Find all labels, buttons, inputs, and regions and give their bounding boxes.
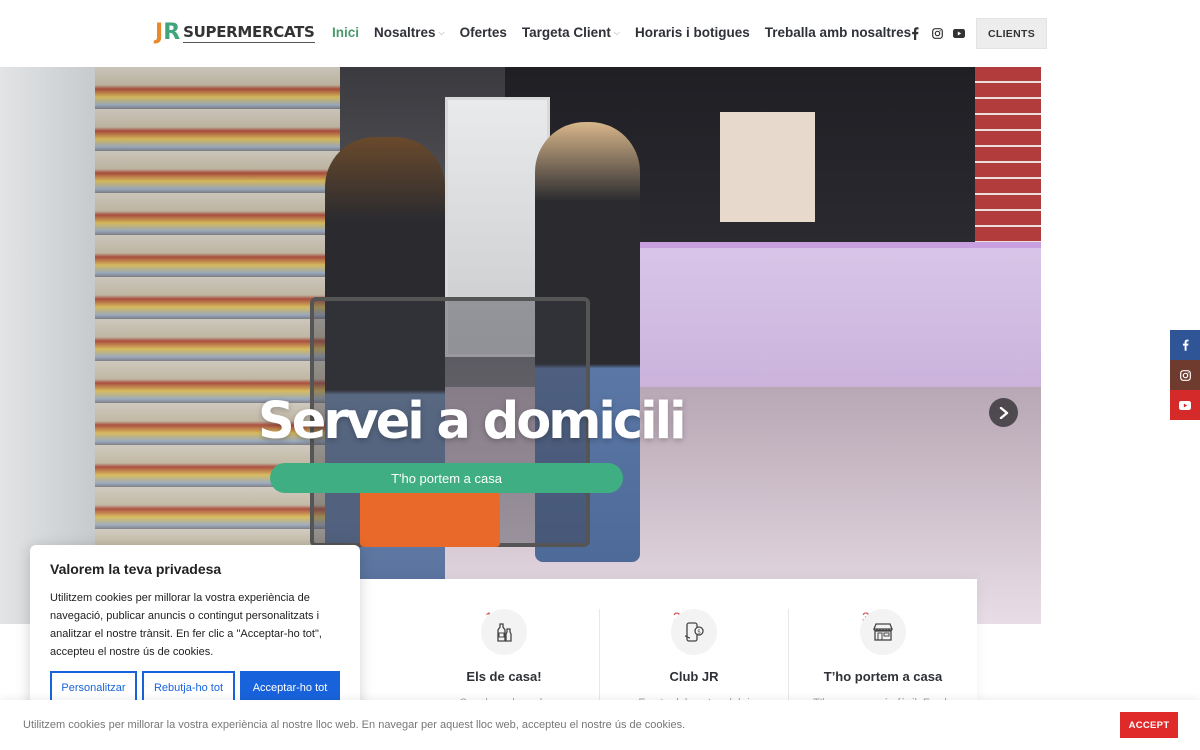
feature-title: T’ho portem a casa [823, 669, 943, 684]
nav-label: Nosaltres [374, 25, 436, 40]
instagram-icon[interactable] [1170, 360, 1200, 390]
slider-next-button[interactable] [989, 398, 1018, 427]
logo[interactable]: JR SUPERMERCATS [155, 22, 315, 44]
hero-counter-glass [640, 242, 1041, 248]
bottles-icon [481, 609, 527, 655]
hero-cart-base-image [360, 487, 500, 547]
chevron-right-icon [999, 406, 1008, 419]
feature-title: Club JR [669, 669, 719, 684]
youtube-icon[interactable] [952, 26, 966, 40]
clients-button[interactable]: CLIENTS [976, 18, 1047, 49]
header-social [908, 26, 966, 40]
cookie-notice-bar: Utilitzem cookies per millorar la vostra… [0, 700, 1200, 750]
facebook-icon[interactable] [1170, 330, 1200, 360]
facebook-icon[interactable] [908, 26, 922, 40]
nav-item-horaris-botigues[interactable]: Horaris i botigues [635, 25, 750, 40]
nav-label: Inici [332, 25, 360, 40]
main-nav: Inici Nosaltres ⌵ Ofertes Targeta Client ⌵… [332, 25, 911, 40]
nav-item-ofertes[interactable]: Ofertes [460, 25, 507, 40]
chevron-down-icon: ⌵ [613, 27, 620, 37]
hero-boxes-image [720, 112, 815, 222]
hero-cta-button[interactable]: T'ho portem a casa [270, 463, 623, 493]
chevron-down-icon: ⌵ [438, 27, 445, 37]
side-social-bar [1170, 330, 1200, 420]
nav-item-targeta-client[interactable]: Targeta Client ⌵ [522, 25, 620, 40]
nav-item-nosaltres[interactable]: Nosaltres ⌵ [374, 25, 445, 40]
nav-label: Horaris i botigues [635, 25, 750, 40]
svg-text:$: $ [697, 629, 701, 636]
cookie-modal-text: Utilitzem cookies per millorar la vostra… [50, 592, 322, 658]
cookie-bar-message: Utilitzem cookies per millorar la vostra… [23, 719, 686, 731]
logo-mark: JR [155, 22, 180, 44]
store-icon [860, 609, 906, 655]
nav-label: Targeta Client [521, 25, 611, 40]
nav-label: Ofertes [459, 25, 507, 40]
youtube-icon[interactable] [1170, 390, 1200, 420]
hero-slider [0, 67, 1041, 624]
hero-title: Servei a domicili [258, 392, 687, 451]
instagram-icon[interactable] [930, 26, 944, 40]
logo-mark-r: R [163, 20, 181, 45]
nav-label: Treballa amb nosaltres [764, 25, 912, 40]
feature-title: Els de casa! [466, 669, 542, 684]
cookie-accept-button[interactable]: ACCEPT [1120, 712, 1178, 738]
logo-mark-j: J [155, 20, 164, 45]
phone-coin-icon: $ [671, 609, 717, 655]
hero-counter-image [640, 247, 1041, 387]
nav-item-treballa[interactable]: Treballa amb nosaltres [765, 25, 911, 40]
cookie-modal-title: Valorem la teva privadesa [50, 561, 222, 577]
logo-text: SUPERMERCATS [183, 22, 315, 43]
site-header: JR SUPERMERCATS Inici Nosaltres ⌵ Ofertes… [0, 0, 1200, 67]
nav-item-inici[interactable]: Inici [332, 25, 359, 40]
hero-fridge-image [0, 67, 95, 624]
